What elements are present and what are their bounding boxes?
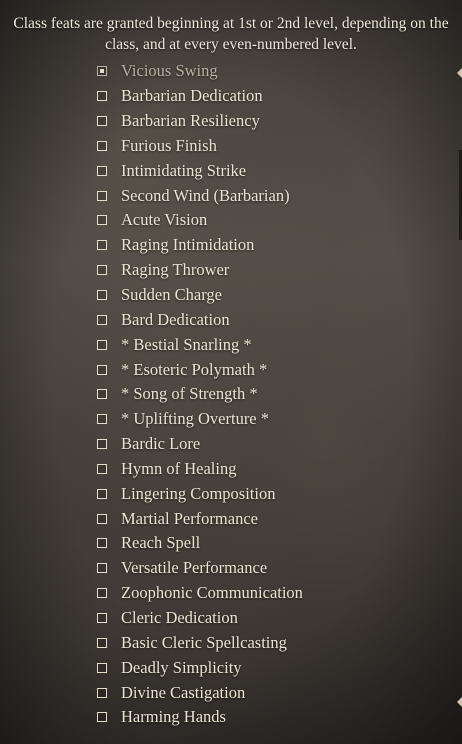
feat-label: * Esoteric Polymath * (121, 359, 268, 379)
feat-label: Barbarian Dedication (121, 86, 263, 106)
feat-item[interactable]: Versatile Performance (97, 556, 303, 581)
feat-item[interactable]: Acute Vision (97, 208, 303, 233)
feat-checkbox[interactable] (97, 439, 107, 450)
feat-item[interactable]: Sudden Charge (97, 283, 303, 308)
feat-item[interactable]: Martial Performance (97, 506, 303, 531)
feat-item[interactable]: Deadly Simplicity (97, 655, 303, 680)
feat-checkbox[interactable] (97, 339, 107, 350)
feat-label: Divine Castigation (121, 682, 246, 702)
feat-label: Lingering Composition (121, 483, 276, 503)
feat-checkbox[interactable] (97, 538, 107, 549)
feat-label: Versatile Performance (121, 558, 268, 578)
feat-item[interactable]: * Esoteric Polymath * (97, 357, 303, 382)
feat-checkbox[interactable] (97, 662, 107, 673)
feat-label: Zoophonic Communication (121, 583, 303, 603)
feat-label: Hymn of Healing (121, 458, 237, 478)
feat-checkbox[interactable] (97, 215, 107, 226)
feat-checkbox[interactable] (97, 588, 107, 599)
feat-label: * Uplifting Overture * (121, 409, 270, 429)
feat-item[interactable]: * Bestial Snarling * (97, 332, 303, 357)
feat-label: Cleric Dedication (121, 607, 238, 627)
feat-checkbox[interactable] (97, 637, 107, 648)
feat-item[interactable]: Divine Castigation (97, 680, 303, 705)
feat-checkbox[interactable] (97, 190, 107, 201)
feat-item[interactable]: Harming Hands (97, 705, 303, 730)
feat-item[interactable]: Furious Finish (97, 134, 303, 159)
feat-label: Raging Intimidation (121, 235, 255, 255)
feat-checkbox[interactable] (97, 488, 107, 499)
feat-checkbox[interactable] (97, 240, 107, 251)
feat-label: Basic Cleric Spellcasting (121, 632, 287, 652)
feat-item[interactable]: Basic Cleric Spellcasting (97, 630, 303, 655)
feat-item[interactable]: Bard Dedication (97, 307, 303, 332)
feat-item[interactable]: Barbarian Dedication (97, 84, 303, 109)
feat-label: Raging Thrower (121, 260, 230, 280)
feat-checkbox[interactable] (97, 364, 107, 375)
feat-checkbox[interactable] (97, 66, 107, 77)
feat-label: Bard Dedication (121, 309, 230, 329)
feat-checkbox[interactable] (97, 687, 107, 698)
feat-list-viewport[interactable]: Vicious Swing Barbarian Dedication Barbari… (0, 63, 462, 735)
feat-checkbox[interactable] (97, 140, 107, 151)
feat-label: Sudden Charge (121, 285, 222, 305)
feat-item[interactable]: * Uplifting Overture * (97, 407, 303, 432)
feat-checkbox[interactable] (97, 290, 107, 301)
feat-item[interactable]: Bardic Lore (97, 432, 303, 457)
feat-checkbox[interactable] (97, 265, 107, 276)
feat-label: Second Wind (Barbarian) (121, 185, 290, 205)
feat-checkbox[interactable] (97, 414, 107, 425)
feat-item[interactable]: Vicious Swing (97, 63, 303, 84)
feat-checkbox[interactable] (97, 389, 107, 400)
feat-checkbox[interactable] (97, 513, 107, 524)
feat-item[interactable]: Raging Intimidation (97, 233, 303, 258)
feat-label: Reach Spell (121, 533, 201, 553)
feat-item[interactable]: Cleric Dedication (97, 606, 303, 631)
class-feats-description: Class feats are granted beginning at 1st… (13, 15, 449, 53)
feat-item[interactable]: Raging Thrower (97, 258, 303, 283)
feat-label: Furious Finish (121, 135, 217, 155)
feat-label: Harming Hands (121, 707, 226, 727)
feat-item[interactable]: Intimidating Strike (97, 158, 303, 183)
feat-item[interactable]: Second Wind (Barbarian) (97, 183, 303, 208)
feat-item[interactable]: Hymn of Healing (97, 457, 303, 482)
feat-item[interactable]: Lingering Composition (97, 481, 303, 506)
feat-label: Bardic Lore (121, 434, 201, 454)
feat-checkbox[interactable] (97, 91, 107, 102)
feat-checkbox[interactable] (97, 116, 107, 127)
feat-label: * Bestial Snarling * (121, 334, 252, 354)
feat-checkbox[interactable] (97, 463, 107, 474)
feat-item[interactable]: Zoophonic Communication (97, 581, 303, 606)
feat-label: Martial Performance (121, 508, 258, 528)
feat-label: Acute Vision (121, 210, 208, 230)
feat-item[interactable]: * Song of Strength * (97, 382, 303, 407)
feat-label: Intimidating Strike (121, 160, 247, 180)
feat-label: Vicious Swing (121, 63, 218, 81)
feat-label: Deadly Simplicity (121, 657, 242, 677)
feat-label: Barbarian Resiliency (121, 111, 260, 131)
feat-checkbox[interactable] (97, 563, 107, 574)
feat-checkbox[interactable] (97, 712, 107, 723)
feat-label: * Song of Strength * (121, 384, 258, 404)
feat-list: Vicious Swing Barbarian Dedication Barbari… (97, 63, 303, 730)
feat-checkbox[interactable] (97, 314, 107, 325)
feat-checkbox[interactable] (97, 612, 107, 623)
feat-item[interactable]: Reach Spell (97, 531, 303, 556)
feat-checkbox[interactable] (97, 165, 107, 176)
feat-item[interactable]: Barbarian Resiliency (97, 109, 303, 134)
